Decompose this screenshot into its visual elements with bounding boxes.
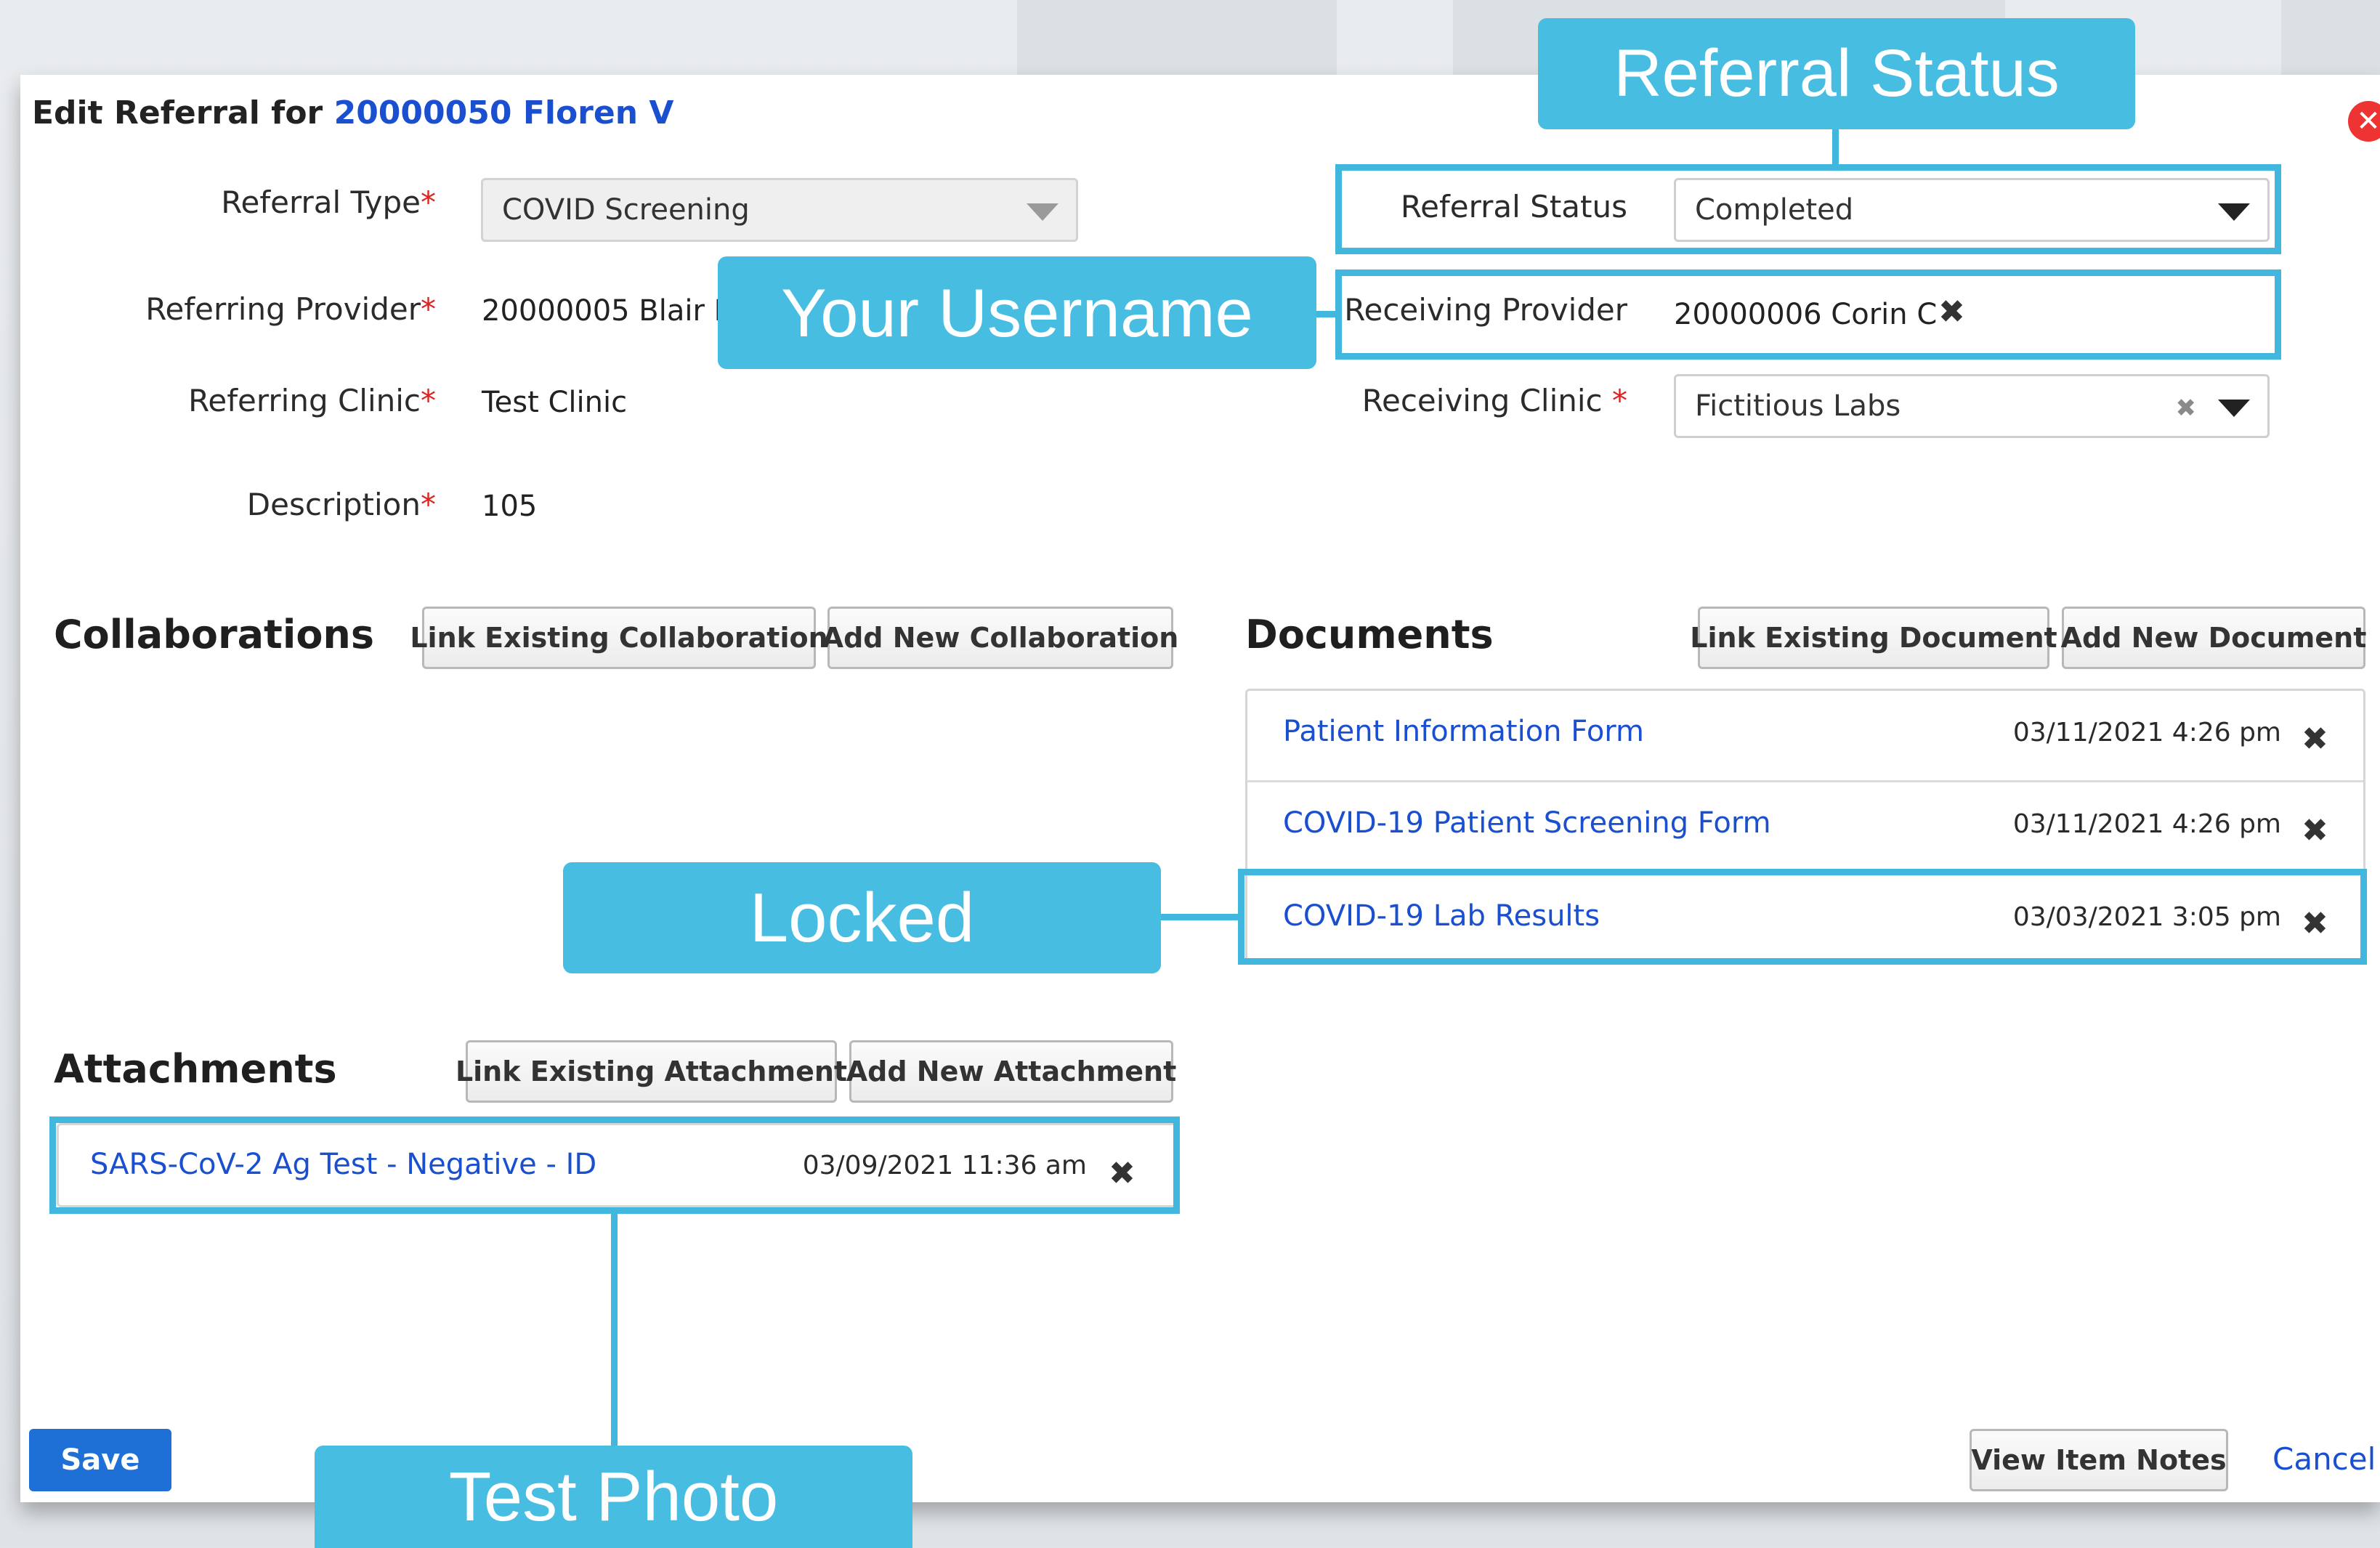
attachment-highlight bbox=[49, 1117, 1180, 1214]
documents-heading: Documents bbox=[1245, 612, 1494, 657]
locked-callout: Locked bbox=[563, 862, 1161, 973]
row-divider bbox=[1247, 780, 2363, 782]
description-value: 105 bbox=[482, 490, 538, 523]
add-new-attachment-button[interactable]: Add New Attachment bbox=[846, 1040, 1176, 1103]
save-button[interactable]: Save bbox=[29, 1429, 171, 1491]
add-new-document-button[interactable]: Add New Document bbox=[2061, 607, 2366, 669]
chevron-down-icon bbox=[1027, 203, 1059, 221]
referring-clinic-label: Referring Clinic* bbox=[188, 383, 436, 418]
receiving-provider-highlight bbox=[1335, 270, 2281, 360]
locked-document-highlight bbox=[1238, 869, 2367, 965]
link-existing-document-button[interactable]: Link Existing Document bbox=[1690, 607, 2057, 669]
view-item-notes-button[interactable]: View Item Notes bbox=[1970, 1429, 2228, 1491]
dialog-title: Edit Referral for 20000050 Floren V bbox=[32, 94, 673, 131]
document-date: 03/11/2021 4:26 pm bbox=[2012, 718, 2281, 747]
document-link[interactable]: COVID-19 Patient Screening Form bbox=[1283, 806, 1771, 840]
attachments-heading: Attachments bbox=[54, 1046, 337, 1092]
callout-connector bbox=[1161, 914, 1241, 920]
username-callout: Your Username bbox=[718, 256, 1316, 369]
referral-type-label: Referral Type* bbox=[221, 185, 436, 220]
receiving-clinic-select[interactable]: Fictitious Labs ✖ bbox=[1674, 374, 2270, 438]
test-photo-callout: Test Photo bbox=[315, 1446, 912, 1548]
cancel-link[interactable]: Cancel bbox=[2272, 1441, 2376, 1477]
background-panel bbox=[1017, 0, 1337, 75]
clear-selection-icon[interactable]: ✖ bbox=[2176, 396, 2197, 421]
referring-provider-label: Referring Provider* bbox=[145, 291, 436, 327]
link-existing-collaboration-button[interactable]: Link Existing Collaboration bbox=[410, 607, 828, 669]
callout-connector bbox=[611, 1214, 618, 1446]
remove-document-icon[interactable]: ✖ bbox=[2302, 724, 2328, 755]
referral-status-callout: Referral Status bbox=[1538, 18, 2135, 129]
title-prefix: Edit Referral for bbox=[32, 94, 334, 131]
collaborations-heading: Collaborations bbox=[54, 612, 375, 657]
receiving-clinic-value: Fictitious Labs bbox=[1695, 389, 1901, 423]
referral-type-value: COVID Screening bbox=[502, 193, 750, 227]
referral-status-highlight bbox=[1335, 164, 2281, 254]
patient-link[interactable]: 20000050 Floren V bbox=[334, 94, 674, 131]
referral-type-select[interactable]: COVID Screening bbox=[481, 178, 1078, 242]
referring-clinic-value: Test Clinic bbox=[482, 386, 628, 419]
referring-provider-value: 20000005 Blair D bbox=[482, 294, 737, 328]
document-link[interactable]: Patient Information Form bbox=[1283, 715, 1644, 748]
callout-connector bbox=[1832, 129, 1839, 166]
link-existing-attachment-button[interactable]: Link Existing Attachment bbox=[456, 1040, 847, 1103]
background-panel bbox=[2281, 0, 2380, 75]
add-new-collaboration-button[interactable]: Add New Collaboration bbox=[822, 607, 1178, 669]
document-date: 03/11/2021 4:26 pm bbox=[2012, 809, 2281, 839]
remove-document-icon[interactable]: ✖ bbox=[2302, 815, 2328, 847]
chevron-down-icon bbox=[2218, 400, 2250, 417]
receiving-clinic-label: Receiving Clinic * bbox=[1361, 383, 1627, 418]
description-label: Description* bbox=[246, 487, 436, 522]
